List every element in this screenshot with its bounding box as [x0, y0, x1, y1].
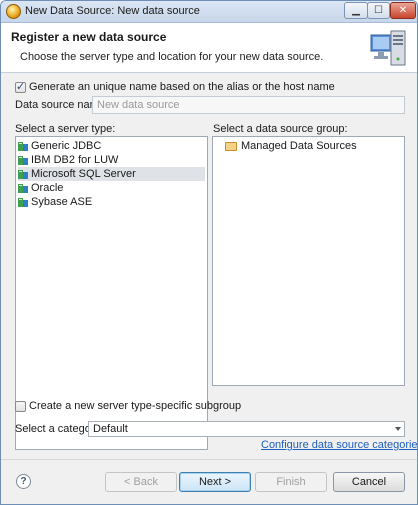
list-item[interactable]: IBM DB2 for LUW	[18, 153, 122, 167]
window-title: New Data Source: New data source	[25, 5, 200, 17]
server-type-label-db2: IBM DB2 for LUW	[31, 154, 119, 166]
dialog-window: New Data Source: New data source ▁ ☐ ✕ R…	[0, 0, 418, 505]
database-driver-icon	[18, 141, 29, 152]
close-button[interactable]: ✕	[390, 2, 416, 19]
server-type-label-generic-jdbc: Generic JDBC	[31, 140, 102, 152]
data-source-name-field[interactable]: New data source	[92, 96, 405, 114]
database-driver-icon	[18, 183, 29, 194]
minimize-button[interactable]: ▁	[344, 2, 368, 19]
title-bar[interactable]: New Data Source: New data source ▁ ☐ ✕	[1, 1, 417, 23]
back-button[interactable]: < Back	[105, 472, 177, 492]
list-item[interactable]: Managed Data Sources	[225, 139, 361, 153]
help-icon[interactable]: ?	[16, 474, 31, 489]
list-item[interactable]: Oracle	[18, 181, 67, 195]
configure-categories-link[interactable]: Configure data source categories	[261, 439, 417, 451]
banner-description: Choose the server type and location for …	[20, 51, 324, 63]
group-label: Select a data source group:	[213, 123, 348, 135]
list-item[interactable]: Sybase ASE	[18, 195, 96, 209]
generate-name-checkbox[interactable]	[15, 80, 26, 93]
generate-name-label: Generate an unique name based on the ali…	[29, 81, 335, 93]
database-driver-icon	[18, 155, 29, 166]
maximize-button[interactable]: ☐	[367, 2, 390, 19]
chevron-down-icon	[395, 427, 401, 431]
subgroup-checkbox[interactable]	[15, 401, 26, 412]
folder-icon	[225, 141, 237, 151]
server-type-label: Select a server type:	[15, 123, 116, 135]
database-driver-icon	[18, 169, 29, 180]
group-label-managed: Managed Data Sources	[241, 140, 357, 152]
finish-button[interactable]: Finish	[255, 472, 327, 492]
computer-server-icon	[370, 30, 406, 66]
server-type-label-oracle: Oracle	[31, 182, 64, 194]
wizard-footer: ? < Back Next > Finish Cancel	[1, 459, 417, 504]
category-select[interactable]: Default	[88, 421, 405, 437]
subgroup-label: Create a new server type-specific subgro…	[29, 400, 242, 412]
category-value: Default	[93, 423, 128, 435]
wizard-body: Generate an unique name based on the ali…	[1, 74, 417, 459]
wizard-banner: Register a new data source Choose the se…	[1, 23, 417, 73]
cancel-button[interactable]: Cancel	[333, 472, 405, 492]
data-source-group-list[interactable]: Managed Data Sources	[212, 136, 405, 386]
database-driver-icon	[18, 197, 29, 208]
list-item-selected[interactable]: Microsoft SQL Server	[18, 167, 205, 181]
list-item[interactable]: Generic JDBC	[18, 139, 105, 153]
server-type-label-sybase: Sybase ASE	[31, 196, 93, 208]
next-button[interactable]: Next >	[179, 472, 251, 492]
app-icon	[6, 4, 21, 19]
banner-title: Register a new data source	[11, 30, 167, 44]
server-type-label-mssql: Microsoft SQL Server	[31, 168, 136, 180]
